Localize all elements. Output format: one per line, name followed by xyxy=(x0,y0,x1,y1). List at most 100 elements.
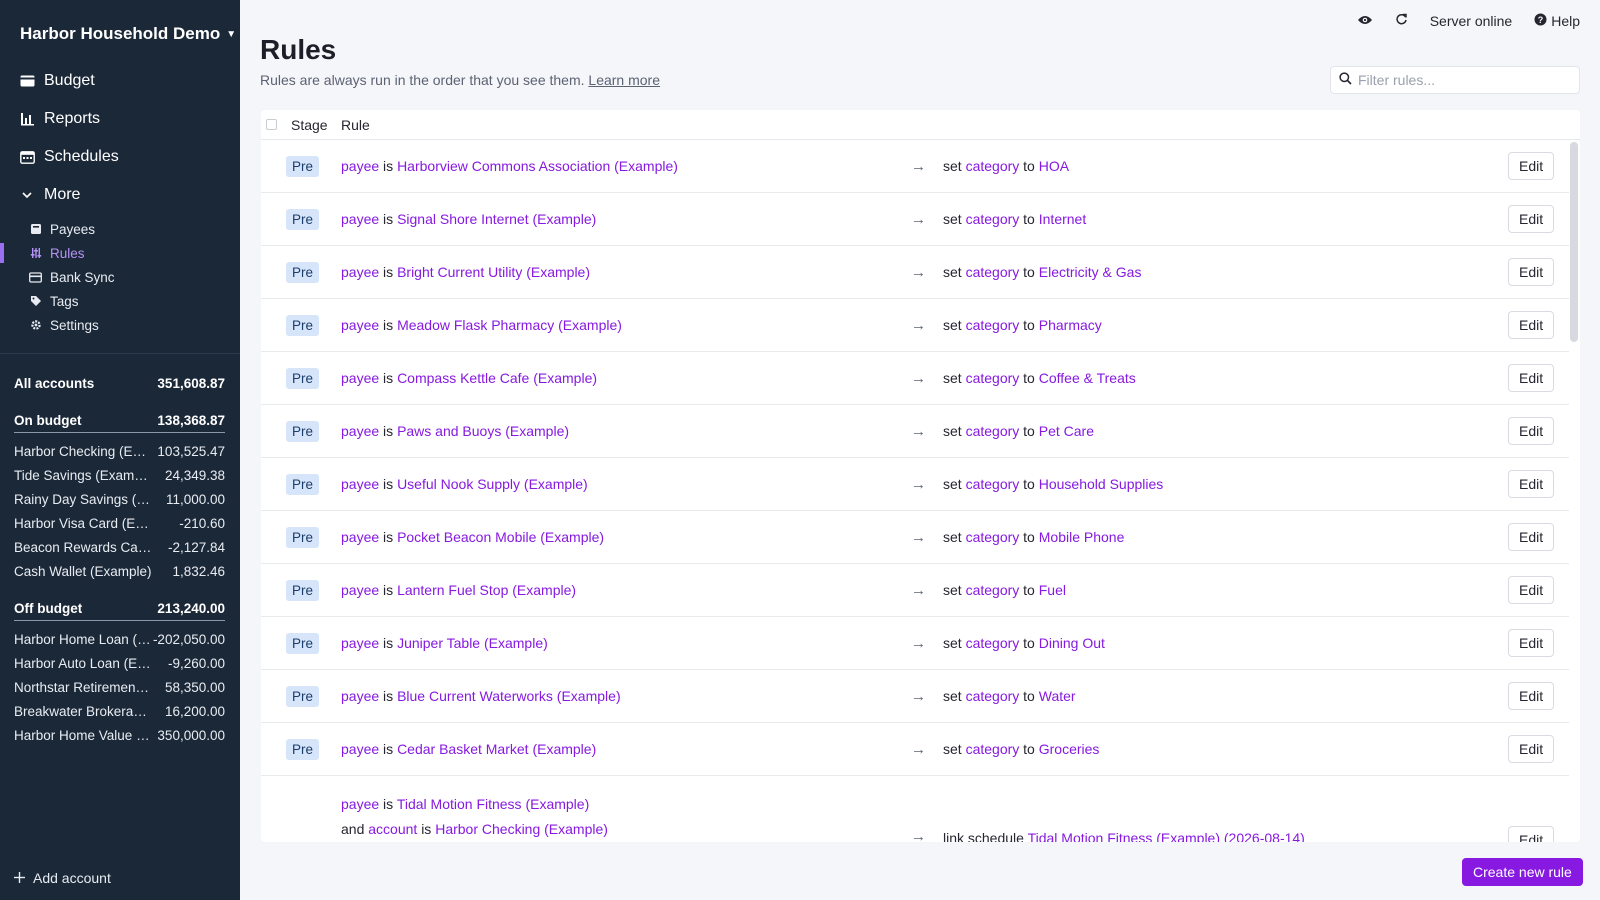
stage-badge: Pre xyxy=(286,527,320,548)
account-item[interactable]: Harbor Visa Card (Example) -210.60 xyxy=(14,511,225,535)
account-item[interactable]: Beacon Rewards Card (Example) -2,127.84 xyxy=(14,535,225,559)
stage-badge: Pre xyxy=(286,474,320,495)
account-balance: 103,525.47 xyxy=(157,443,225,459)
nav-bank-sync[interactable]: Bank Sync xyxy=(0,265,240,289)
edit-button[interactable]: Edit xyxy=(1508,629,1555,657)
create-new-rule-button[interactable]: Create new rule xyxy=(1462,858,1583,886)
condition-value: Harborview Commons Association (Example) xyxy=(397,158,678,174)
op-set: set xyxy=(943,317,962,333)
op-is: is xyxy=(383,741,394,757)
nav-more[interactable]: More xyxy=(0,176,240,214)
edit-button[interactable]: Edit xyxy=(1508,258,1555,286)
nav-settings[interactable]: Settings xyxy=(0,313,240,337)
more-subnav: Payees Rules Bank Sync Tags Settings xyxy=(0,217,240,337)
table-row[interactable]: Pre payee is Useful Nook Supply (Example… xyxy=(261,458,1569,511)
op-set: set xyxy=(943,158,962,174)
table-row[interactable]: Pre payee is Signal Shore Internet (Exam… xyxy=(261,193,1569,246)
op-to: to xyxy=(1023,370,1035,386)
table-row[interactable]: Pre payee is Compass Kettle Cafe (Exampl… xyxy=(261,352,1569,405)
stage-cell: Pre xyxy=(286,368,320,389)
field-category: category xyxy=(965,158,1020,174)
schedule-link[interactable]: Tidal Motion Fitness (Example) (2026-08-… xyxy=(1028,830,1305,842)
edit-button[interactable]: Edit xyxy=(1508,576,1555,604)
account-item[interactable]: Harbor Home Loan (Example)-202,050.00 xyxy=(14,627,225,651)
edit-button[interactable]: Edit xyxy=(1508,735,1555,763)
edit-button[interactable]: Edit xyxy=(1508,311,1555,339)
edit-button[interactable]: Edit xyxy=(1508,682,1555,710)
server-status[interactable]: Server online xyxy=(1430,13,1513,29)
nav-schedules[interactable]: Schedules xyxy=(0,138,240,176)
condition-value: Bright Current Utility (Example) xyxy=(397,264,590,280)
filter-box[interactable] xyxy=(1330,66,1580,94)
learn-more-link[interactable]: Learn more xyxy=(588,72,660,88)
arrow-right-icon: → xyxy=(911,210,926,228)
table-row[interactable]: Pre payee is Harborview Commons Associat… xyxy=(261,140,1569,193)
nav-bank-sync-label: Bank Sync xyxy=(50,269,115,285)
table-row[interactable]: Pre payee is Blue Current Waterworks (Ex… xyxy=(261,670,1569,723)
filter-rules-input[interactable] xyxy=(1358,72,1568,88)
edit-button[interactable]: Edit xyxy=(1508,364,1555,392)
table-row[interactable]: Pre payee is Meadow Flask Pharmacy (Exam… xyxy=(261,299,1569,352)
stage-cell: Pre xyxy=(286,686,320,707)
on-budget-group[interactable]: On budget 138,368.87 xyxy=(14,409,225,433)
nav-rules[interactable]: Rules xyxy=(0,241,240,265)
rule-condition: payee is Meadow Flask Pharmacy (Example) xyxy=(341,317,622,333)
gear-icon xyxy=(29,319,42,332)
edit-button[interactable]: Edit xyxy=(1508,826,1555,842)
account-item[interactable]: Breakwater Brokerage (Example) 16,200.00 xyxy=(14,699,225,723)
account-item[interactable]: Harbor Checking (Example) 103,525.47 xyxy=(14,439,225,463)
help-button[interactable]: ? Help xyxy=(1534,13,1580,29)
all-accounts[interactable]: All accounts 351,608.87 xyxy=(14,371,225,395)
account-item[interactable]: Northstar Retirement (Example) 58,350.00 xyxy=(14,675,225,699)
select-all-checkbox[interactable] xyxy=(266,119,277,130)
edit-button[interactable]: Edit xyxy=(1508,470,1555,498)
account-balance: -2,127.84 xyxy=(167,539,225,555)
account-name: Breakwater Brokerage (Example) xyxy=(14,703,152,719)
op-link-schedule: link schedule xyxy=(943,830,1024,842)
op-is: is xyxy=(383,158,394,174)
nav-more-label: More xyxy=(44,186,81,203)
table-row[interactable]: Pre payee is Cedar Basket Market (Exampl… xyxy=(261,723,1569,776)
action-value: Household Supplies xyxy=(1038,476,1164,492)
table-row[interactable]: Pre payee is Juniper Table (Example) → s… xyxy=(261,617,1569,670)
table-row[interactable]: Pre payee is Bright Current Utility (Exa… xyxy=(261,246,1569,299)
edit-button[interactable]: Edit xyxy=(1508,417,1555,445)
table-row[interactable]: Pre payee is Pocket Beacon Mobile (Examp… xyxy=(261,511,1569,564)
rule-condition: payee is Compass Kettle Cafe (Example) xyxy=(341,370,597,386)
condition-value: Compass Kettle Cafe (Example) xyxy=(397,370,598,386)
account-item[interactable]: Tide Savings (Example) 24,349.38 xyxy=(14,463,225,487)
field-payee: payee xyxy=(341,582,380,598)
account-item[interactable]: Rainy Day Savings (Example) 11,000.00 xyxy=(14,487,225,511)
wallet-icon xyxy=(19,73,35,89)
nav-budget[interactable]: Budget xyxy=(0,62,240,100)
account-item[interactable]: Cash Wallet (Example) 1,832.46 xyxy=(14,559,225,583)
table-row[interactable]: payee is Tidal Motion Fitness (Example) … xyxy=(261,776,1569,842)
budget-name-menu[interactable]: Harbor Household Demo ▼ xyxy=(20,24,236,44)
table-row[interactable]: Pre payee is Paws and Buoys (Example) → … xyxy=(261,405,1569,458)
search-icon xyxy=(1339,72,1352,88)
sync-button[interactable] xyxy=(1395,13,1408,29)
op-to: to xyxy=(1023,741,1035,757)
nav-payees[interactable]: Payees xyxy=(0,217,240,241)
rule-condition: payee is Tidal Motion Fitness (Example) … xyxy=(341,792,608,842)
nav-tags[interactable]: Tags xyxy=(0,289,240,313)
edit-button[interactable]: Edit xyxy=(1508,523,1555,551)
account-item[interactable]: Harbor Home Value (Example) 350,000.00 xyxy=(14,723,225,747)
edit-button[interactable]: Edit xyxy=(1508,205,1555,233)
stage-cell: Pre xyxy=(286,421,320,442)
add-account-button[interactable]: Add account xyxy=(14,870,111,886)
account-item[interactable]: Harbor Auto Loan (Example) -9,260.00 xyxy=(14,651,225,675)
rule-condition: payee is Cedar Basket Market (Example) xyxy=(341,741,596,757)
table-row[interactable]: Pre payee is Lantern Fuel Stop (Example)… xyxy=(261,564,1569,617)
table-scrollbar[interactable] xyxy=(1570,142,1578,342)
nav-payees-label: Payees xyxy=(50,221,96,237)
tag-icon xyxy=(29,295,42,308)
privacy-toggle[interactable] xyxy=(1357,13,1373,29)
stage-badge: Pre xyxy=(286,739,320,760)
off-budget-group[interactable]: Off budget 213,240.00 xyxy=(14,597,225,621)
sidebar-divider xyxy=(0,353,240,354)
edit-button[interactable]: Edit xyxy=(1508,152,1555,180)
stage-badge: Pre xyxy=(286,262,320,283)
nav-reports[interactable]: Reports xyxy=(0,100,240,138)
stage-cell: Pre xyxy=(286,156,320,177)
